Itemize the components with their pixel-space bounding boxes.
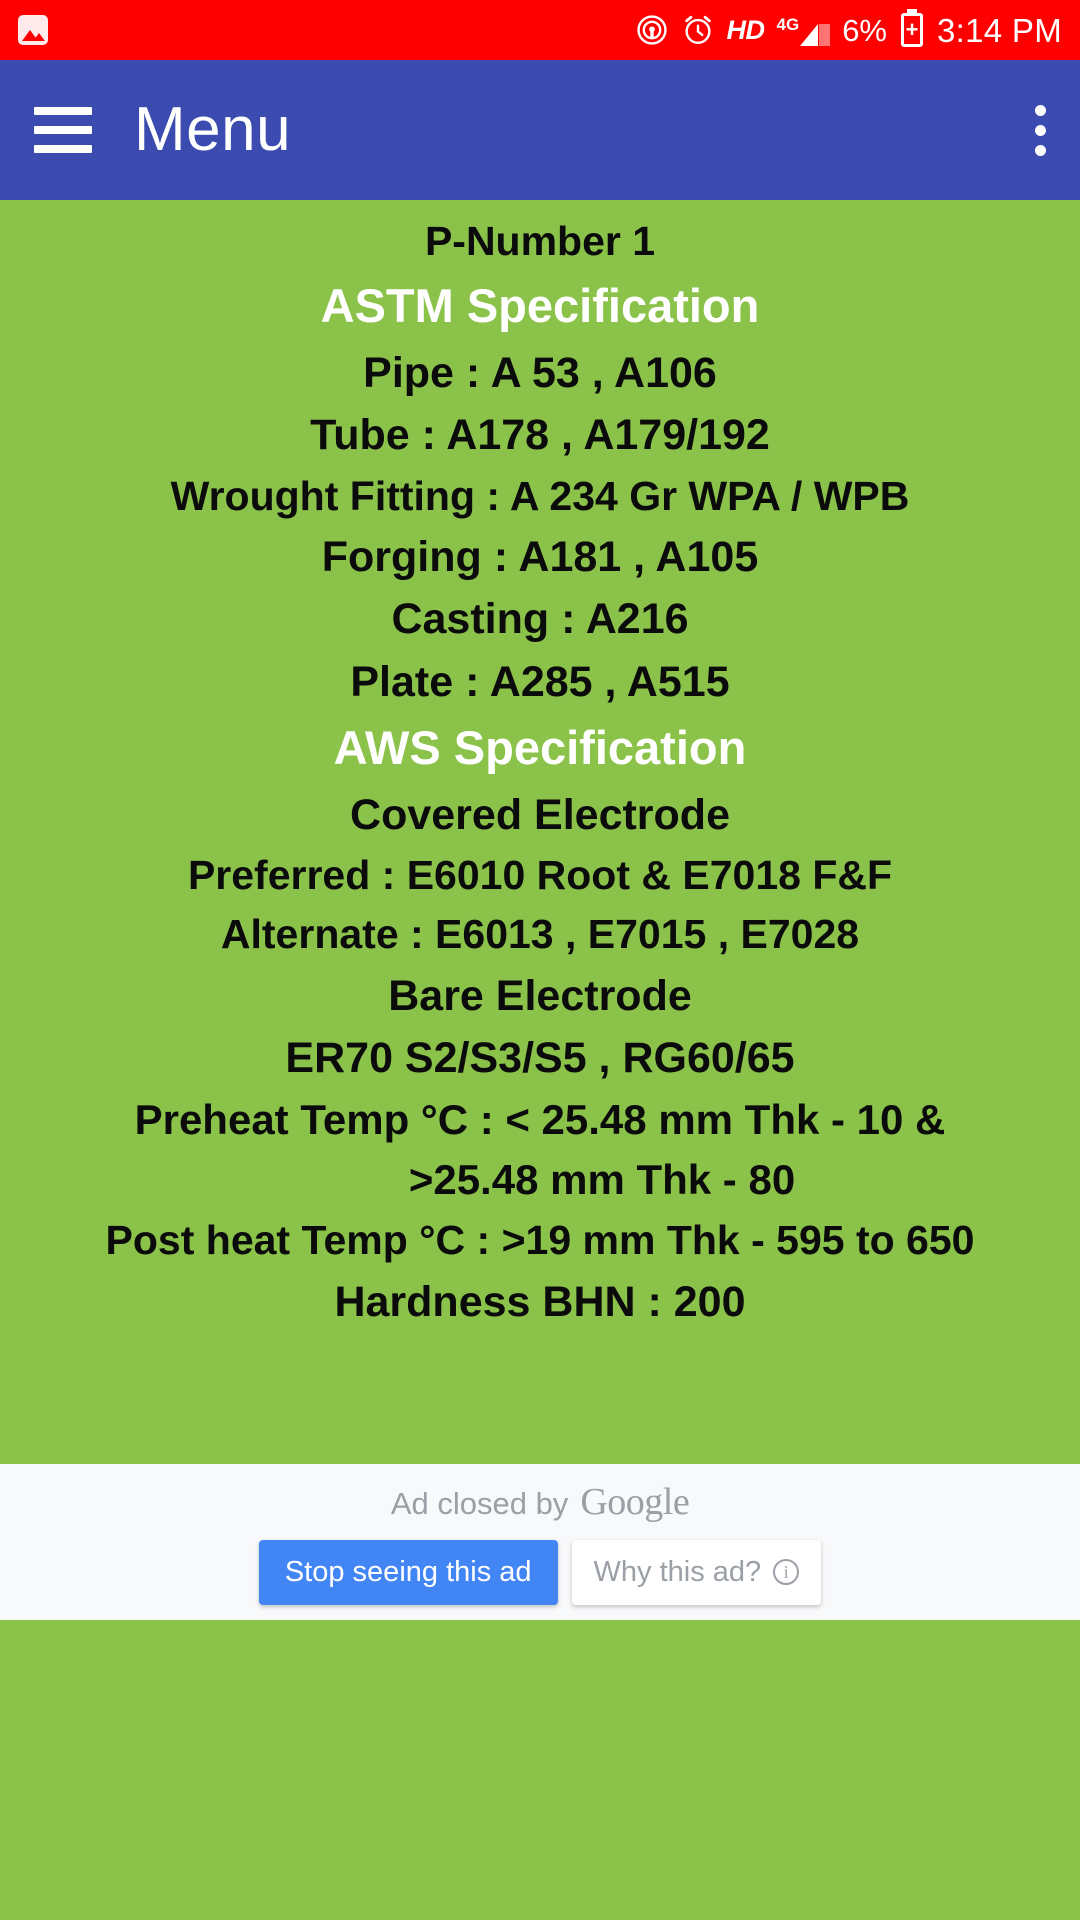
post-heat-temp-row: Post heat Temp °C : >19 mm Thk - 595 to …: [105, 1217, 975, 1264]
astm-row-wrought-fitting: Wrought Fitting : A 234 Gr WPA / WPB: [170, 472, 910, 519]
aws-section-heading: AWS Specification: [333, 721, 747, 775]
status-bar-left: [18, 15, 48, 45]
google-brand-label: Google: [580, 1480, 690, 1523]
hamburger-menu-icon[interactable]: [34, 107, 92, 153]
bare-electrode-value: ER70 S2/S3/S5 , RG60/65: [285, 1034, 795, 1083]
hotspot-icon: [635, 13, 669, 47]
ad-closed-notice: Ad closed by Google: [390, 1480, 690, 1524]
why-this-ad-label: Why this ad?: [593, 1555, 762, 1588]
preheat-temp-line-2: >25.48 mm Thk - 80: [408, 1156, 796, 1204]
astm-row-tube: Tube : A178 , A179/192: [310, 411, 770, 460]
p-number-row: P-Number 1: [424, 218, 656, 264]
spec-content: P-Number 1 ASTM Specification Pipe : A 5…: [0, 200, 1080, 1464]
app-bar: Menu: [0, 60, 1080, 200]
ad-closed-text: Ad closed by: [390, 1485, 569, 1521]
stop-seeing-this-ad-button[interactable]: Stop seeing this ad: [258, 1539, 558, 1605]
battery-percent-label: 6%: [842, 12, 887, 48]
bottom-strip: [0, 1620, 1080, 1628]
hd-indicator: HD: [726, 14, 766, 45]
signal-bars-icon: [800, 18, 831, 46]
network-type-label: 4G: [776, 15, 800, 34]
info-icon: i: [773, 1559, 800, 1585]
astm-row-pipe: Pipe : A 53 , A106: [363, 348, 717, 397]
ad-action-buttons: Stop seeing this ad Why this ad? i: [258, 1539, 822, 1605]
covered-electrode-preferred: Preferred : E6010 Root & E7018 F&F: [187, 851, 893, 898]
battery-charging-icon: +: [901, 13, 923, 47]
astm-row-plate: Plate : A285 , A515: [350, 657, 730, 706]
bare-electrode-heading: Bare Electrode: [388, 971, 692, 1020]
astm-row-casting: Casting : A216: [391, 595, 689, 644]
image-notification-icon: [18, 15, 48, 45]
status-bar: HD 4G 6% + 3:14 PM: [0, 0, 1080, 60]
clock-label: 3:14 PM: [937, 11, 1062, 49]
page-title: Menu: [134, 95, 292, 164]
preheat-temp-line-1: Preheat Temp °C : < 25.48 mm Thk - 10 &: [134, 1095, 946, 1143]
covered-electrode-heading: Covered Electrode: [350, 790, 730, 839]
why-this-ad-button[interactable]: Why this ad? i: [571, 1539, 822, 1605]
more-vertical-icon[interactable]: [1035, 104, 1046, 156]
hardness-bhn-row: Hardness BHN : 200: [334, 1277, 746, 1326]
astm-section-heading: ASTM Specification: [320, 279, 760, 333]
astm-row-forging: Forging : A181 , A105: [321, 533, 759, 582]
status-bar-right: HD 4G 6% + 3:14 PM: [635, 13, 1063, 47]
alarm-clock-icon: [681, 13, 715, 47]
covered-electrode-alternate: Alternate : E6013 , E7015 , E7028: [220, 911, 860, 958]
network-signal-indicator: 4G: [777, 14, 831, 46]
ad-footer: Ad closed by Google Stop seeing this ad …: [0, 1464, 1080, 1620]
